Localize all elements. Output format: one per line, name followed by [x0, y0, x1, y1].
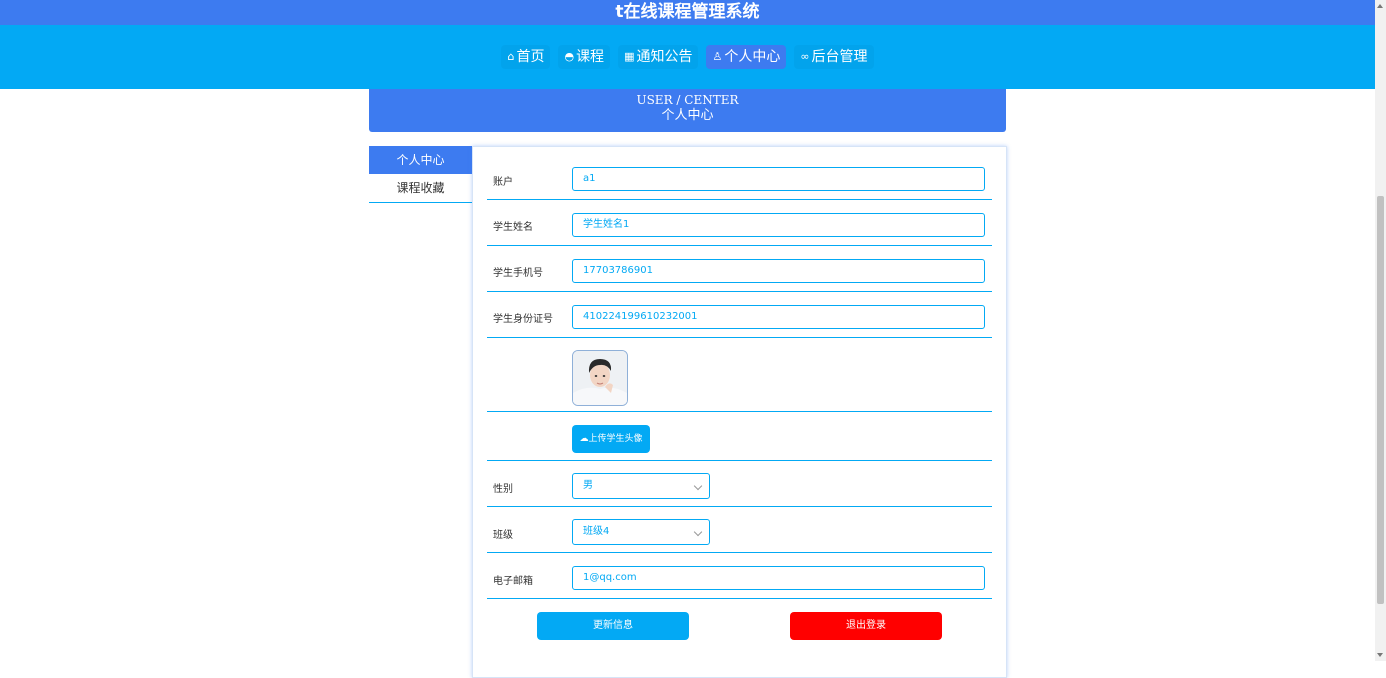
idcard-input[interactable]: 410224199610232001 — [572, 305, 985, 329]
account-input[interactable]: a1 — [572, 167, 985, 191]
class-selected-value: 班级4 — [583, 526, 610, 537]
nav-item-label: 首页 — [516, 49, 545, 65]
nav-item-course[interactable]: ◓ 课程 — [558, 45, 610, 69]
form-row-gender: 性别 男 — [487, 461, 992, 507]
name-label: 学生姓名 — [493, 222, 533, 233]
update-info-button[interactable]: 更新信息 — [537, 612, 689, 640]
side-item-user-center[interactable]: 个人中心 — [369, 146, 472, 174]
nav-item-label: 后台管理 — [811, 49, 868, 65]
nav-item-home[interactable]: ⌂ 首页 — [501, 45, 550, 69]
nav-item-notice[interactable]: ▦ 通知公告 — [618, 45, 698, 69]
class-select[interactable]: 班级4 — [572, 519, 710, 545]
form-row-upload: ☁上传学生头像 — [487, 412, 992, 461]
nav-item-label: 课程 — [576, 49, 605, 65]
nav-item-admin[interactable]: ∞ 后台管理 — [794, 45, 873, 69]
page-banner: USER / CENTER 个人中心 — [369, 89, 1006, 132]
nav-item-label: 个人中心 — [724, 49, 781, 65]
form-row-name: 学生姓名 学生姓名1 — [487, 200, 992, 246]
class-label: 班级 — [493, 530, 513, 541]
idcard-label: 学生身份证号 — [493, 314, 553, 325]
form-row-idcard: 学生身份证号 410224199610232001 — [487, 292, 992, 338]
account-label: 账户 — [493, 177, 513, 188]
form-row-avatar — [487, 338, 992, 412]
profile-form: 账户 a1 学生姓名 学生姓名1 学生手机号 17703786901 学生身份证… — [472, 146, 1007, 678]
course-icon: ◓ — [564, 50, 575, 63]
name-input[interactable]: 学生姓名1 — [572, 213, 985, 237]
notice-icon: ▦ — [624, 50, 635, 63]
nav-item-user-center[interactable]: ♙ 个人中心 — [706, 45, 787, 69]
upload-avatar-button[interactable]: ☁上传学生头像 — [572, 425, 650, 453]
page-scrollbar[interactable] — [1375, 0, 1386, 661]
phone-input[interactable]: 17703786901 — [572, 259, 985, 283]
form-row-email: 电子邮箱 1@qq.com — [487, 553, 992, 599]
nav-items: ⌂ 首页 ◓ 课程 ▦ 通知公告 ♙ 个人中心 ∞ 后台管理 — [0, 45, 1375, 69]
top-nav: ⌂ 首页 ◓ 课程 ▦ 通知公告 ♙ 个人中心 ∞ 后台管理 — [0, 25, 1375, 89]
app-title: t在线课程管理系统 — [0, 0, 1375, 25]
side-menu: 个人中心 课程收藏 — [369, 146, 472, 203]
scroll-down-arrow-icon[interactable] — [1377, 653, 1383, 657]
scroll-thumb[interactable] — [1377, 196, 1384, 604]
chevron-down-icon — [693, 481, 703, 491]
home-icon: ⌂ — [507, 50, 515, 63]
chevron-down-icon — [693, 527, 703, 537]
avatar-image — [573, 351, 627, 405]
student-avatar — [572, 350, 628, 406]
form-row-phone: 学生手机号 17703786901 — [487, 246, 992, 292]
banner-title-cn: 个人中心 — [661, 108, 714, 123]
email-label: 电子邮箱 — [493, 576, 533, 587]
email-input[interactable]: 1@qq.com — [572, 566, 985, 590]
side-item-course-favorites[interactable]: 课程收藏 — [369, 174, 472, 203]
nav-item-label: 通知公告 — [636, 49, 693, 65]
phone-label: 学生手机号 — [493, 268, 543, 279]
user-icon: ♙ — [712, 50, 723, 63]
gender-selected-value: 男 — [583, 480, 593, 491]
gender-select[interactable]: 男 — [572, 473, 710, 499]
upload-button-label: 上传学生头像 — [588, 434, 643, 444]
scroll-up-arrow-icon[interactable] — [1377, 4, 1383, 8]
link-icon: ∞ — [800, 50, 810, 63]
logout-button[interactable]: 退出登录 — [790, 612, 942, 640]
banner-title-en: USER / CENTER — [636, 93, 739, 107]
form-row-account: 账户 a1 — [487, 155, 992, 200]
gender-label: 性别 — [493, 484, 513, 495]
form-row-class: 班级 班级4 — [487, 507, 992, 553]
